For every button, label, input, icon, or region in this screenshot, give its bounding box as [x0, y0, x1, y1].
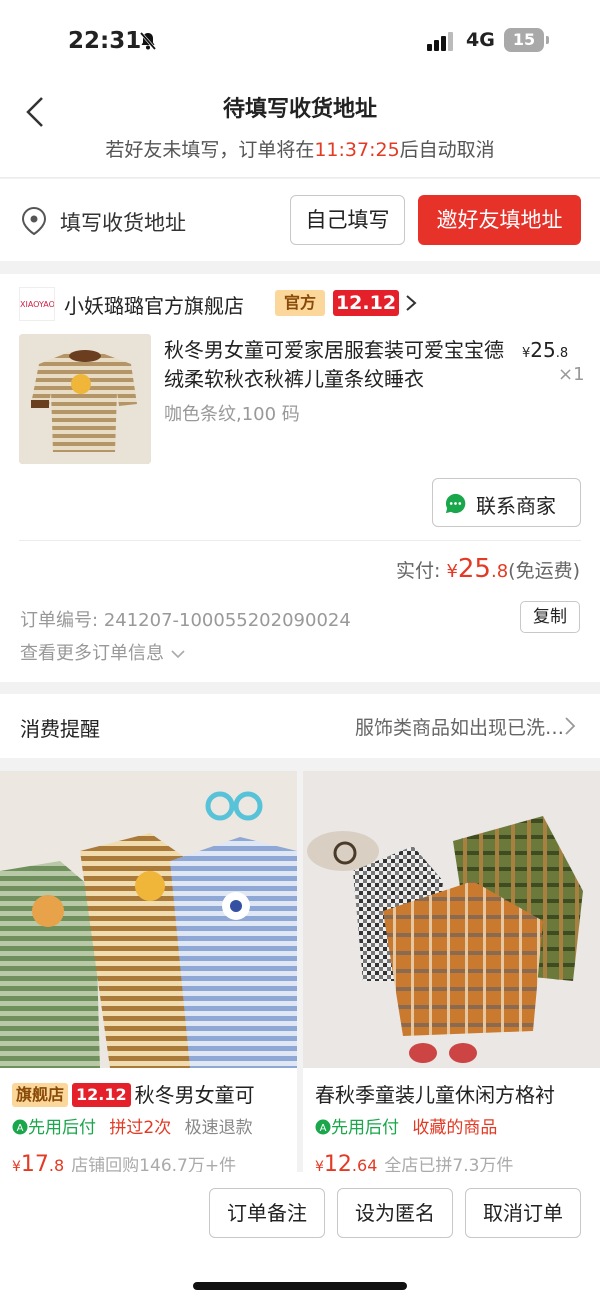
fill-address-label[interactable]: 填写收货地址 [60, 207, 186, 237]
official-badge: 官方 [275, 290, 325, 316]
more-order-info-link[interactable]: 查看更多订单信息 [20, 639, 186, 665]
copy-order-number-button[interactable]: 复制 [520, 601, 580, 633]
order-note-button[interactable]: 订单备注 [209, 1188, 325, 1238]
shop-logo: XIAOYAOLULU [19, 287, 55, 321]
product-price: ¥25.8 [522, 338, 569, 362]
self-fill-button[interactable]: 自己填写 [290, 195, 405, 245]
plaid-shirts-image [303, 771, 600, 1068]
recommended-product[interactable]: 春秋季童装儿童休闲方格衬 A 先用后付 收藏的商品 ¥12.64 全店已拼7.3万… [303, 771, 600, 1175]
product-title[interactable]: 秋冬男女童可爱家居服套装可爱宝宝德绒柔软秋衣秋裤儿童条纹睡衣 [164, 336, 508, 394]
address-section: 填写收货地址 自己填写 邀好友填地址 [0, 179, 600, 261]
page-header: 待填写收货地址 若好友未填写，订单将在11:37:25后自动取消 [0, 82, 600, 178]
contact-seller-label: 联系商家 [476, 494, 556, 518]
pay-later-tag: A 先用后付 [315, 1118, 399, 1138]
divider [19, 540, 581, 541]
product-title: 旗舰店 12.12 秋冬男女童可 [12, 1079, 255, 1108]
pay-later-icon: A [12, 1119, 28, 1135]
signal-icon [427, 32, 453, 51]
flagship-badge: 旗舰店 [12, 1083, 69, 1107]
reminder-label: 消费提醒 [20, 717, 100, 741]
promo-badge: 12.12 [72, 1083, 131, 1107]
striped-pajama-image [19, 334, 151, 464]
countdown-timer: 11:37:25 [314, 139, 400, 161]
svg-text:A: A [320, 1123, 327, 1134]
chevron-right-icon[interactable] [404, 293, 418, 313]
notice-suffix: 后自动取消 [399, 139, 495, 161]
consumption-reminder-row[interactable]: 消费提醒 服饰类商品如出现已洗… [0, 694, 600, 758]
home-indicator[interactable] [193, 1282, 407, 1290]
order-card: XIAOYAOLULU 小妖璐璐官方旗舰店 官方 12.12 秋冬男女童可爱家居… [0, 274, 600, 682]
location-pin-icon [21, 206, 47, 236]
product-tags: A 先用后付 收藏的商品 [315, 1113, 497, 1138]
notice-prefix: 若好友未填写，订单将在 [105, 139, 315, 161]
reminder-text: 服饰类商品如出现已洗… [354, 717, 564, 739]
cancel-order-button[interactable]: 取消订单 [465, 1188, 581, 1238]
set-anonymous-button[interactable]: 设为匿名 [337, 1188, 453, 1238]
page-title: 待填写收货地址 [222, 97, 377, 122]
chevron-down-icon [171, 650, 185, 659]
chat-icon [445, 493, 466, 514]
product-thumbnail[interactable] [19, 334, 151, 464]
contact-seller-button[interactable]: 联系商家 [432, 478, 581, 527]
network-type: 4G [466, 29, 495, 51]
status-bar: 22:31 4G 15 [0, 0, 600, 82]
invite-friend-address-button[interactable]: 邀好友填地址 [418, 195, 581, 245]
shipping-note: (免运费) [508, 560, 580, 582]
promo-badge: 12.12 [333, 290, 399, 316]
amount-paid: 实付: ¥25.8(免运费) [395, 554, 580, 584]
battery-icon: 15 [504, 28, 549, 52]
mute-bell-icon [139, 32, 157, 50]
svg-text:A: A [17, 1123, 24, 1134]
pay-later-tag: A 先用后付 [12, 1118, 96, 1138]
pay-later-icon: A [315, 1119, 331, 1135]
cancel-countdown-notice: 若好友未填写，订单将在11:37:25后自动取消 [0, 135, 600, 162]
order-number: 订单编号: 241207-100055202090024 [20, 610, 351, 631]
recommended-product[interactable]: 旗舰店 12.12 秋冬男女童可 A 先用后付 拼过2次 极速退款 ¥17.8 店铺回… [0, 771, 297, 1175]
paid-label: 实付: [395, 560, 441, 582]
product-quantity: ×1 [558, 364, 585, 385]
shop-name[interactable]: 小妖璐璐官方旗舰店 [64, 290, 244, 319]
product-title: 春秋季童装儿童休闲方格衬 [315, 1083, 555, 1107]
product-tags: A 先用后付 拼过2次 极速退款 [12, 1113, 253, 1138]
clock: 22:31 [68, 28, 142, 54]
chevron-right-icon [565, 717, 576, 735]
kids-pajamas-image [0, 771, 297, 1068]
product-spec: 咖色条纹,100 码 [164, 404, 300, 425]
bottom-action-bar: 订单备注 设为匿名 取消订单 [0, 1172, 600, 1300]
